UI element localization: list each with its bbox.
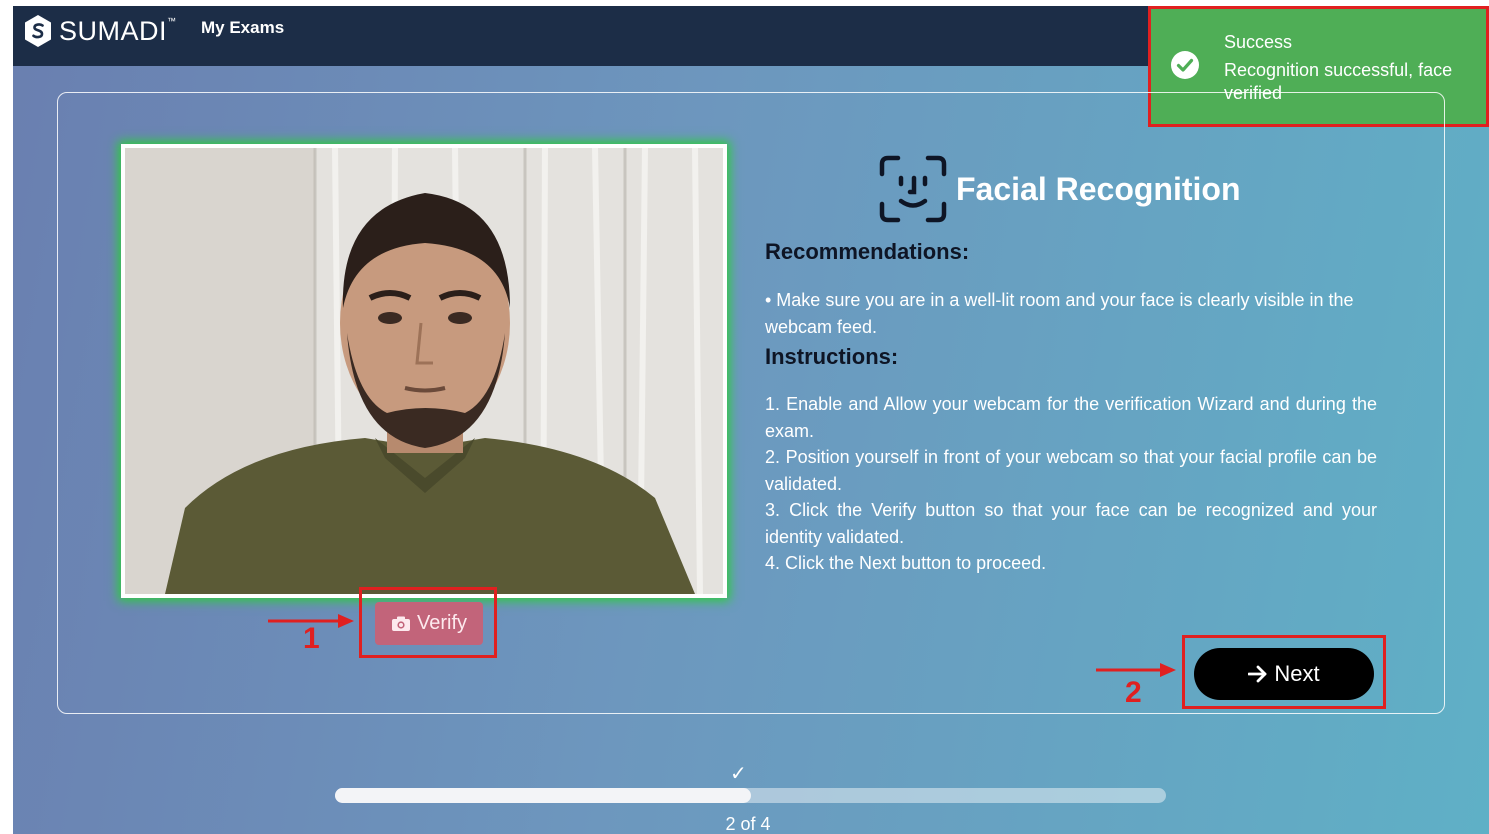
webcam-person-image xyxy=(125,148,723,594)
brand-name: SUMADI xyxy=(59,15,168,46)
app-window: SUMADI ™ My Exams Success Recognition su… xyxy=(13,6,1489,834)
sumadi-logo[interactable]: SUMADI ™ xyxy=(23,14,176,48)
sumadi-hex-icon xyxy=(25,15,51,47)
step-number-1: 1 xyxy=(303,622,320,655)
instruction-item: 2. Position yourself in front of your we… xyxy=(765,447,1377,494)
instruction-item: 4. Click the Next button to proceed. xyxy=(765,553,1047,573)
toast-title: Success xyxy=(1224,32,1293,52)
step-counter: 2 of 4 xyxy=(725,814,771,834)
webcam-feed xyxy=(121,144,727,598)
step-complete-check-icon: ✓ xyxy=(730,763,747,785)
recommendation-text: • Make sure you are in a well-lit room a… xyxy=(765,290,1354,337)
instructions-list: 1. Enable and Allow your webcam for the … xyxy=(765,391,1377,577)
nav-my-exams[interactable]: My Exams xyxy=(201,18,284,38)
brand-trademark: ™ xyxy=(167,16,177,26)
face-id-icon xyxy=(879,155,947,223)
instruction-item: 3. Click the Verify button so that your … xyxy=(765,500,1377,547)
step-number-2: 2 xyxy=(1125,676,1142,709)
progress-bar xyxy=(335,788,1166,803)
section-title-row: Facial Recognition xyxy=(878,154,1240,224)
instruction-item: 1. Enable and Allow your webcam for the … xyxy=(765,394,1377,441)
progress-bar-fill xyxy=(335,788,751,803)
section-title: Facial Recognition xyxy=(956,170,1241,207)
next-highlight-box xyxy=(1182,635,1386,709)
instructions-heading: Instructions: xyxy=(765,344,899,369)
check-circle-icon xyxy=(1171,51,1199,79)
recommendations-heading: Recommendations: xyxy=(765,239,970,264)
verify-highlight-box xyxy=(359,587,497,658)
